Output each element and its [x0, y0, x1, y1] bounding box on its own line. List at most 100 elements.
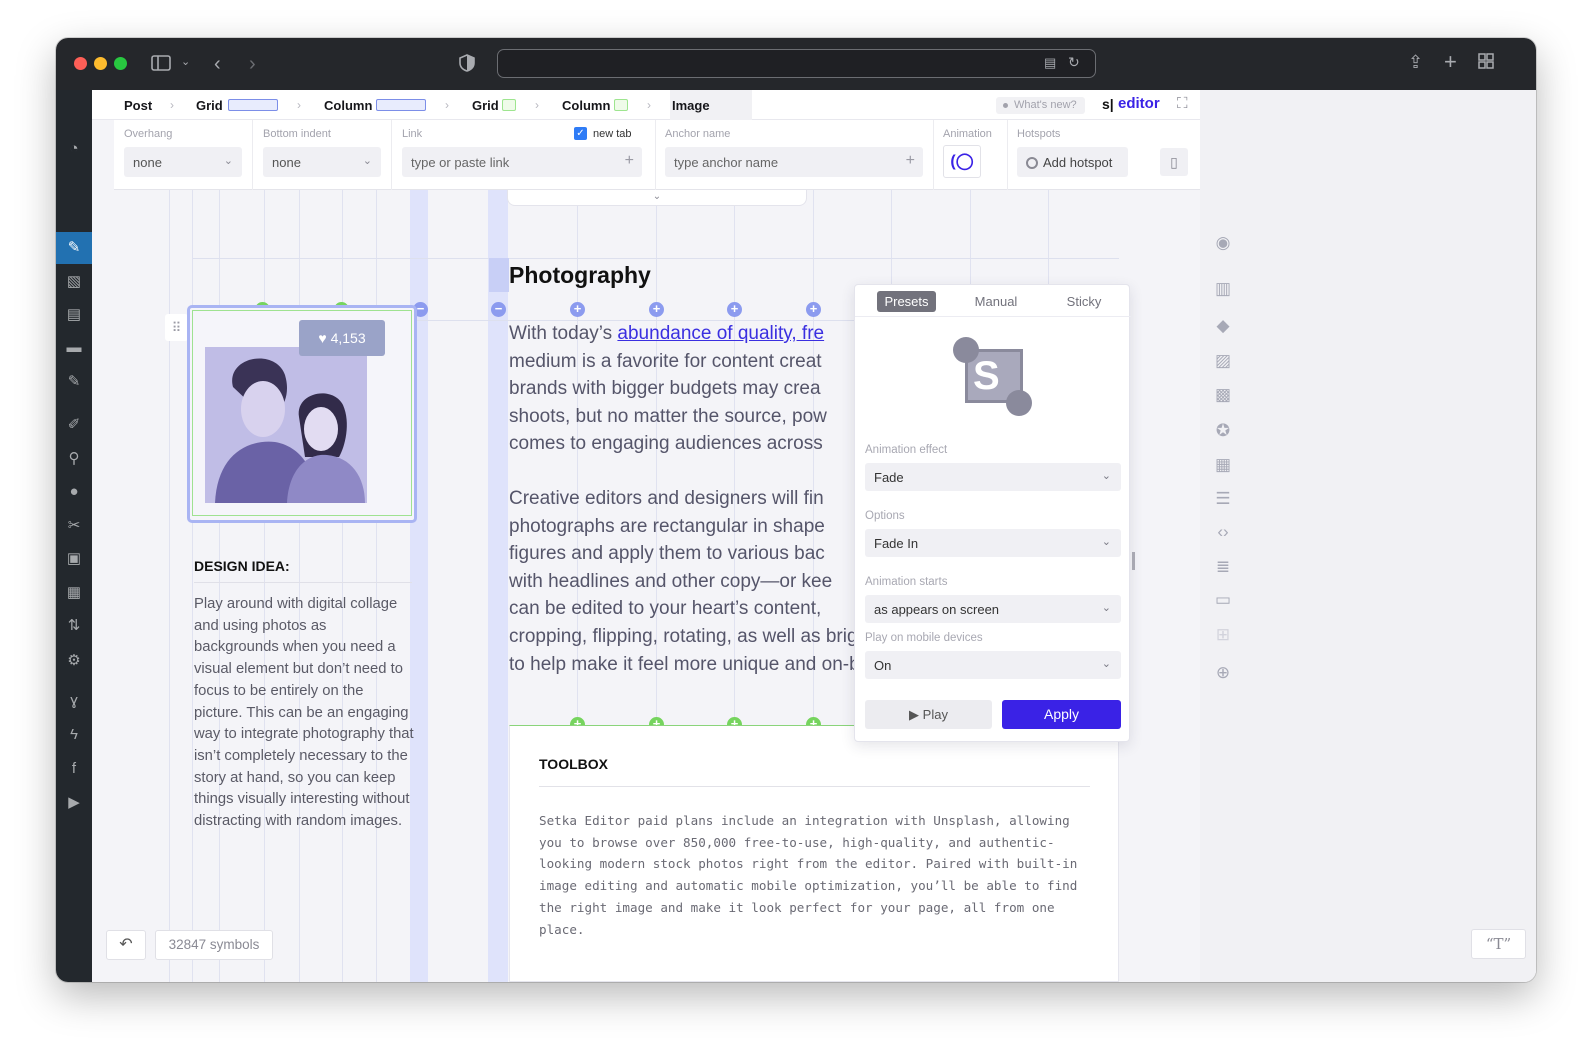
new-tab-icon[interactable]: + — [1444, 51, 1457, 73]
effect-label: Animation effect — [865, 444, 948, 456]
whats-new-label: What's new? — [1014, 99, 1077, 111]
eye-icon[interactable]: ◉ — [1212, 232, 1234, 254]
media-icon[interactable]: ▧ — [63, 271, 85, 293]
close-window-button[interactable] — [74, 57, 87, 70]
add-file-icon[interactable]: ⊕ — [1212, 662, 1234, 684]
mobile-select[interactable]: On ⌄ — [865, 651, 1121, 679]
grid-icon[interactable]: ▦ — [1212, 454, 1234, 476]
gallery-icon[interactable]: ▩ — [1212, 384, 1234, 406]
article-link[interactable]: abundance of quality, fre — [617, 323, 824, 344]
add-handle[interactable]: + — [649, 302, 664, 317]
tools-icon[interactable]: ✂ — [63, 515, 85, 537]
sidebar-toggle-icon[interactable] — [151, 55, 171, 75]
block-icon[interactable]: ▣ — [63, 548, 85, 570]
fullscreen-icon[interactable]: ⛶ — [1177, 95, 1188, 112]
crumb-image[interactable]: Image — [672, 98, 710, 113]
shapes-icon[interactable]: ◆ — [1212, 315, 1234, 337]
toolbox-block[interactable]: TOOLBOX Setka Editor paid plans include … — [509, 725, 1119, 982]
resize-handle[interactable] — [1132, 552, 1135, 570]
starts-select[interactable]: as appears on screen ⌄ — [865, 595, 1121, 623]
overhang-select[interactable]: none ⌄ — [124, 147, 242, 177]
tab-manual[interactable]: Manual — [965, 291, 1027, 312]
bottom-indent-select[interactable]: none ⌄ — [263, 147, 381, 177]
share-icon[interactable]: ⇪ — [1408, 53, 1423, 71]
animation-label: Animation — [943, 128, 992, 140]
whats-new-button[interactable]: What's new? — [996, 97, 1085, 114]
quote-button[interactable]: “T” — [1471, 929, 1526, 959]
add-handle[interactable]: + — [806, 302, 821, 317]
editor-canvas: ⌄ Photography With today’s abundance of … — [114, 190, 1200, 982]
title-marker — [489, 258, 509, 292]
add-handle[interactable]: + — [727, 302, 742, 317]
address-bar[interactable]: ▤ ↻ — [497, 49, 1096, 78]
image-block[interactable]: ♥ 4,153 — [187, 305, 417, 523]
collapse-handle[interactable]: ⌄ — [507, 190, 807, 206]
frame-icon[interactable]: ▭ — [1212, 589, 1234, 611]
forward-icon[interactable]: › — [249, 54, 256, 74]
mobile-preview-icon[interactable]: ▯ — [1160, 148, 1188, 176]
link-label: Link — [402, 128, 423, 140]
columns-icon[interactable]: ▥ — [1212, 278, 1234, 300]
pages-icon[interactable]: ▤ — [63, 304, 85, 326]
crumb-column[interactable]: Column — [324, 98, 372, 113]
crumb-column-2[interactable]: Column — [562, 98, 610, 113]
star-icon[interactable]: ✪ — [1212, 420, 1234, 442]
design-idea-text[interactable]: Play around with digital collage and usi… — [194, 594, 414, 833]
chevron-down-icon[interactable]: ⌄ — [181, 57, 190, 68]
starts-value: as appears on screen — [874, 602, 1000, 617]
pin-icon-2[interactable]: ✎ — [63, 371, 85, 393]
back-icon[interactable]: ‹ — [214, 54, 221, 74]
p1-line: shoots, but no matter the source, pow — [509, 405, 827, 427]
pin-icon[interactable]: ✎ — [63, 237, 85, 259]
crumb-post[interactable]: Post — [124, 98, 152, 113]
image-icon[interactable]: ▨ — [1212, 350, 1234, 372]
image-properties-bar: Overhang none ⌄ Bottom indent none ⌄ Lin… — [114, 120, 1200, 190]
crumb-grid[interactable]: Grid — [196, 98, 223, 113]
anchor-input[interactable]: type anchor name + — [665, 147, 923, 177]
yoast-icon[interactable]: ɣ — [63, 690, 85, 712]
add-anchor-icon[interactable]: + — [906, 152, 915, 170]
remove-handle[interactable]: − — [491, 302, 506, 317]
appearance-icon[interactable]: ✐ — [63, 414, 85, 436]
design-idea-title[interactable]: DESIGN IDEA: — [194, 558, 290, 574]
animation-button[interactable]: (◯ — [943, 145, 981, 178]
list-icon[interactable]: ☰ — [1212, 488, 1234, 510]
play-button[interactable]: ▶ Play — [865, 700, 992, 729]
code-icon[interactable]: ‹› — [1212, 521, 1234, 543]
facebook-icon[interactable]: f — [63, 758, 85, 780]
add-hotspot-button[interactable]: Add hotspot — [1017, 147, 1128, 177]
add-link-icon[interactable]: + — [625, 152, 634, 170]
bolt-icon[interactable]: ϟ — [63, 724, 85, 746]
dashboard-icon[interactable]: ◔ — [63, 138, 85, 160]
starts-label: Animation starts — [865, 576, 948, 588]
article-title[interactable]: Photography — [509, 262, 651, 289]
undo-button[interactable]: ↶ — [106, 930, 146, 960]
comments-icon[interactable]: ▬ — [63, 337, 85, 359]
table-icon[interactable]: ▦ — [63, 582, 85, 604]
link-input[interactable]: type or paste link + — [402, 147, 642, 177]
minimize-window-button[interactable] — [94, 57, 107, 70]
zoom-window-button[interactable] — [114, 57, 127, 70]
tab-sticky[interactable]: Sticky — [1055, 291, 1113, 312]
apply-button[interactable]: Apply — [1002, 700, 1121, 729]
settings-icon[interactable]: ⚙ — [63, 650, 85, 672]
new-tab-checkbox[interactable]: ✓ — [574, 127, 587, 140]
tab-overview-icon[interactable] — [1478, 53, 1494, 73]
plugins-icon[interactable]: ⚲ — [63, 448, 85, 470]
shield-icon[interactable] — [459, 54, 475, 76]
crumb-grid-2[interactable]: Grid — [472, 98, 499, 113]
dot-icon — [1003, 103, 1008, 108]
tab-presets[interactable]: Presets — [877, 291, 936, 312]
options-select[interactable]: Fade In ⌄ — [865, 529, 1121, 557]
reload-icon[interactable]: ↻ — [1068, 55, 1080, 69]
effect-select[interactable]: Fade ⌄ — [865, 463, 1121, 491]
lines-icon[interactable]: ≣ — [1212, 556, 1234, 578]
users-icon[interactable]: ● — [63, 481, 85, 503]
add-handle[interactable]: + — [570, 302, 585, 317]
translate-icon[interactable]: ▤ — [1044, 56, 1056, 69]
sort-icon[interactable]: ⇅ — [63, 615, 85, 637]
drag-handle-icon[interactable]: ⠿ — [165, 314, 188, 341]
preview-circle — [953, 337, 979, 363]
add-block-icon[interactable]: ⊞ — [1212, 624, 1234, 646]
play-icon[interactable]: ▶ — [63, 792, 85, 814]
